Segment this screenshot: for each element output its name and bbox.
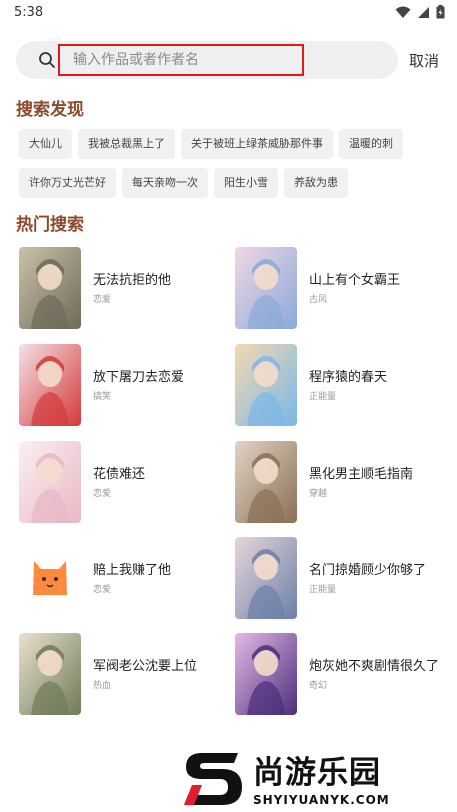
- comic-item[interactable]: 花债难还 恋爱: [19, 441, 219, 523]
- cover-art: [235, 441, 297, 523]
- comic-item[interactable]: 名门掠婚顾少你够了 正能量: [235, 537, 435, 619]
- discover-tags: 大仙儿 我被总裁黑上了 关于被班上绿茶威胁那件事 温暖的刺 许你万丈光芒好 每天…: [19, 129, 449, 207]
- comic-item[interactable]: 放下屠刀去恋爱 搞笑: [19, 344, 219, 426]
- comic-genre: 古风: [309, 295, 328, 305]
- comic-cover: [19, 247, 81, 329]
- cover-art: [19, 344, 81, 426]
- comic-genre: 正能量: [309, 585, 337, 595]
- watermark-text: 尚游乐园: [253, 755, 381, 791]
- tag-chip[interactable]: 阳生小雪: [214, 168, 278, 198]
- cover-art: [19, 441, 81, 523]
- comic-cover: [235, 537, 297, 619]
- comic-title: 赔上我赚了他: [93, 563, 172, 578]
- tag-chip[interactable]: 大仙儿: [19, 129, 72, 159]
- comic-genre: 搞笑: [93, 392, 112, 402]
- cover-art: [19, 633, 81, 715]
- cover-art: [235, 633, 297, 715]
- comic-title: 放下屠刀去恋爱: [93, 370, 185, 385]
- comic-title: 炮灰她不爽剧情很久了: [309, 659, 440, 674]
- comic-genre: 恋爱: [93, 489, 112, 499]
- comic-cover: [19, 633, 81, 715]
- status-bar: 5:38: [0, 0, 457, 26]
- hot-title: 热门搜索: [16, 215, 84, 235]
- comic-item[interactable]: 黑化男主顺毛指南 穿越: [235, 441, 435, 523]
- comic-genre: 穿越: [309, 489, 328, 499]
- comic-item[interactable]: 炮灰她不爽剧情很久了 奇幻: [235, 633, 439, 715]
- logo-s-icon: [184, 753, 242, 805]
- cover-art: [19, 247, 81, 329]
- wifi-icon: [395, 6, 411, 18]
- comic-item[interactable]: 无法抗拒的他 恋爱: [19, 247, 219, 329]
- comic-title: 黑化男主顺毛指南: [309, 467, 414, 482]
- battery-icon: [436, 5, 445, 19]
- tag-chip[interactable]: 温暖的刺: [339, 129, 403, 159]
- comic-item[interactable]: 程序猿的春天 正能量: [235, 344, 435, 426]
- comic-title: 无法抗拒的他: [93, 273, 172, 288]
- search-box[interactable]: [16, 41, 398, 79]
- cancel-button[interactable]: 取消: [409, 50, 439, 71]
- watermark-logo: 尚游乐园 SHYIYUANYK.COM: [180, 745, 457, 812]
- cover-art: [235, 537, 297, 619]
- comic-genre: 奇幻: [309, 681, 328, 691]
- tag-row: 许你万丈光芒好 每天亲吻一次 阳生小雪 养敌为患: [19, 168, 449, 198]
- comic-title: 山上有个女霸王: [309, 273, 401, 288]
- cat-placeholder-cover: [19, 537, 81, 619]
- comic-cover: [235, 344, 297, 426]
- comic-cover: [19, 344, 81, 426]
- search-bar: 取消: [16, 41, 446, 79]
- tag-chip[interactable]: 关于被班上绿茶威胁那件事: [181, 129, 333, 159]
- status-time: 5:38: [14, 5, 44, 20]
- comic-genre: 恋爱: [93, 295, 112, 305]
- watermark-url: SHYIYUANYK.COM: [253, 793, 390, 807]
- comic-item[interactable]: 山上有个女霸王 古风: [235, 247, 435, 329]
- tag-chip[interactable]: 养敌为患: [284, 168, 348, 198]
- tag-chip[interactable]: 每天亲吻一次: [122, 168, 208, 198]
- search-icon: [39, 52, 55, 68]
- comic-genre: 热血: [93, 681, 112, 691]
- tag-row: 大仙儿 我被总裁黑上了 关于被班上绿茶威胁那件事 温暖的刺: [19, 129, 449, 159]
- comic-cover: [235, 633, 297, 715]
- tag-chip[interactable]: 我被总裁黑上了: [78, 129, 175, 159]
- signal-icon: [418, 6, 429, 18]
- comic-item[interactable]: 赔上我赚了他 恋爱: [19, 537, 219, 619]
- comic-title: 程序猿的春天: [309, 370, 388, 385]
- comic-title: 花债难还: [93, 467, 146, 482]
- cat-icon: [19, 537, 81, 619]
- comic-cover: [235, 441, 297, 523]
- comic-item[interactable]: 军阀老公沈要上位 热血: [19, 633, 219, 715]
- cover-art: [235, 247, 297, 329]
- comic-genre: 正能量: [309, 392, 337, 402]
- comic-cover: [235, 247, 297, 329]
- comic-title: 军阀老公沈要上位: [93, 659, 198, 674]
- status-icons: [395, 5, 445, 19]
- cover-art: [235, 344, 297, 426]
- comic-genre: 恋爱: [93, 585, 112, 595]
- tag-chip[interactable]: 许你万丈光芒好: [19, 168, 116, 198]
- discover-title: 搜索发现: [16, 100, 84, 120]
- search-input[interactable]: [58, 44, 304, 76]
- comic-title: 名门掠婚顾少你够了: [309, 563, 427, 578]
- comic-cover: [19, 441, 81, 523]
